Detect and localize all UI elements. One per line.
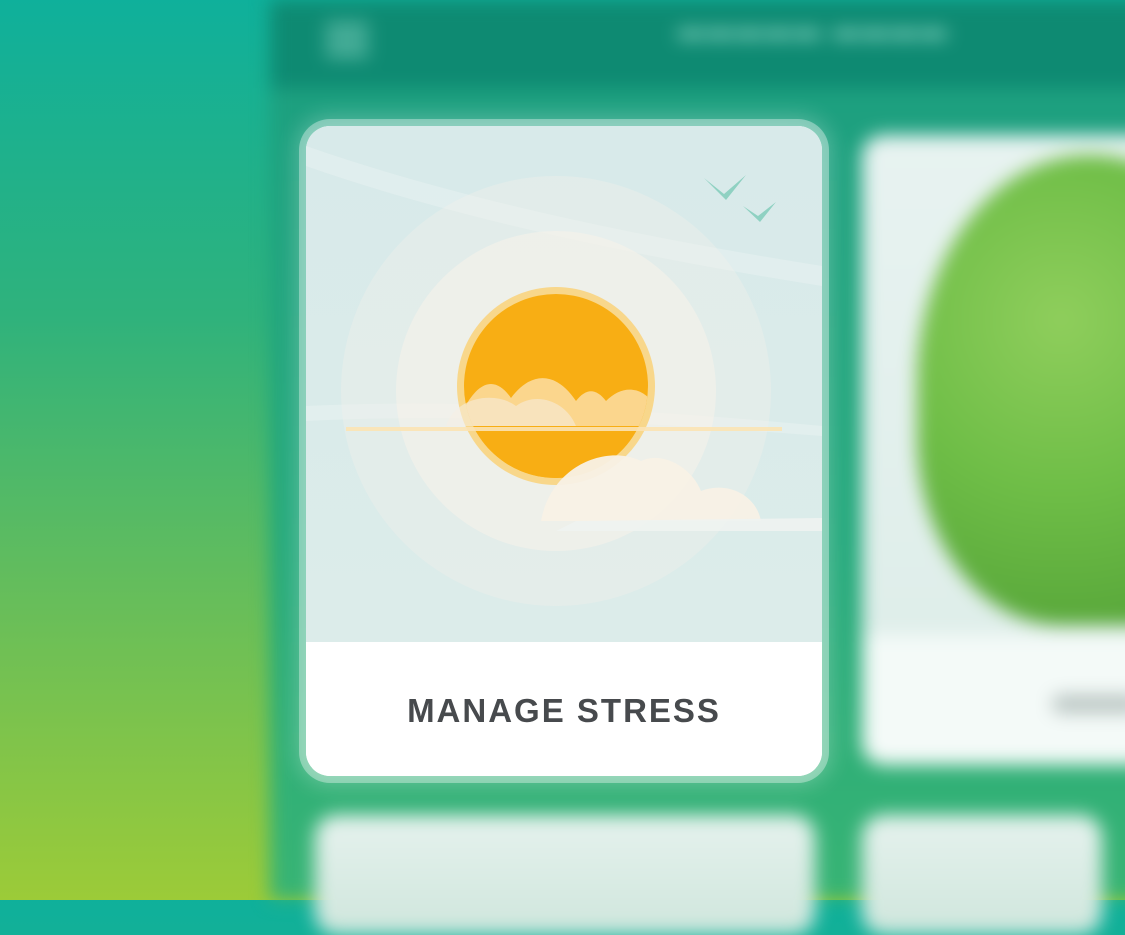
hamburger-menu-icon (325, 24, 369, 64)
header-title-blurred: ▬▬▬▬▬ ▬▬▬▬ (678, 14, 950, 44)
bottom-card-right (862, 815, 1102, 935)
app-header: ▬▬▬▬▬ ▬▬▬▬ (270, 0, 1125, 88)
tree-illustration (917, 155, 1125, 625)
manage-stress-card[interactable]: MANAGE STRESS (306, 126, 822, 776)
side-card-label-blurred (1052, 695, 1125, 713)
side-card-art (862, 135, 1125, 635)
sunset-illustration (306, 126, 822, 642)
side-card-tree (862, 135, 1125, 765)
bottom-card-left (315, 815, 815, 935)
card-title: MANAGE STRESS (407, 692, 721, 729)
